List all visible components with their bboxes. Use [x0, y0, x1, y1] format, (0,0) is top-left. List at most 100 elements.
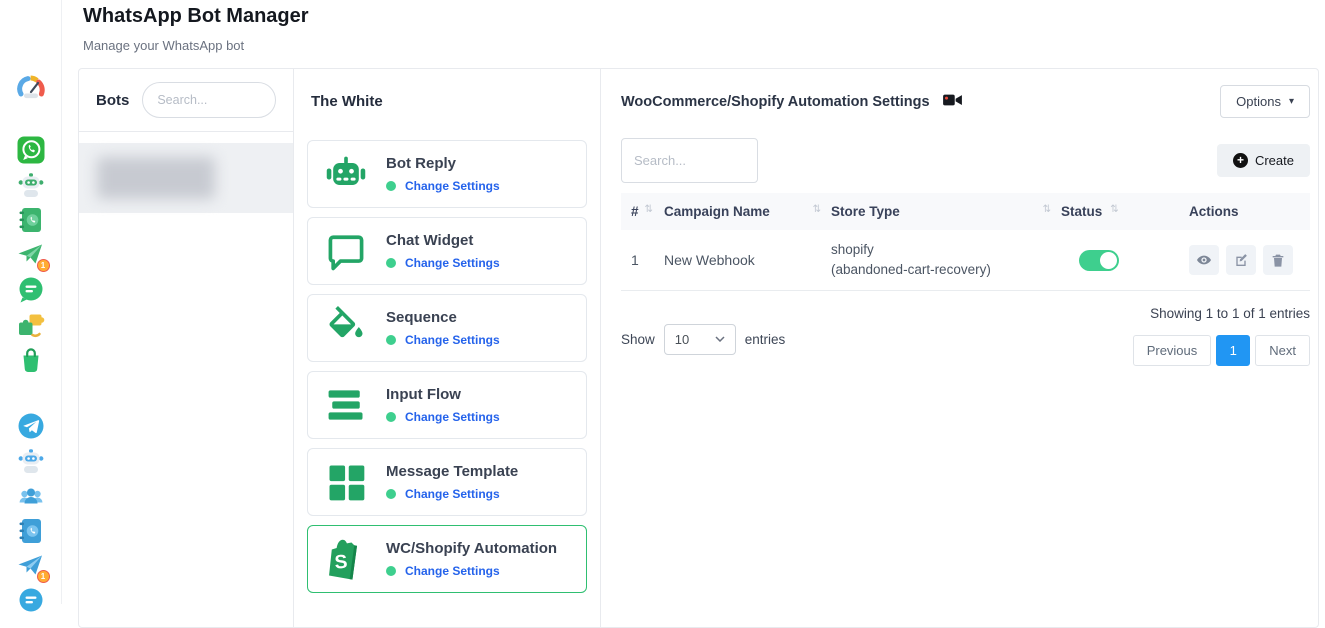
- sidebar-item-dashboard[interactable]: [16, 73, 46, 103]
- sidebar-item-whatsapp-contacts[interactable]: [16, 205, 46, 235]
- section-title: WooCommerce/Shopify Automation Settings: [621, 94, 930, 110]
- automation-table: # ⇅ Campaign Name ⇅ Store Type ⇅ Status …: [621, 193, 1310, 291]
- sequence-icon: [323, 305, 369, 351]
- feature-card-title: Message Template: [386, 463, 518, 480]
- edit-button[interactable]: [1226, 245, 1256, 275]
- sort-icon: ⇅: [1043, 204, 1051, 219]
- change-settings-link[interactable]: Change Settings: [405, 487, 500, 501]
- dashboard-gauge-icon: [16, 73, 46, 103]
- showing-entries-text: Showing 1 to 1 of 1 entries: [1150, 306, 1310, 321]
- feature-card-title: Sequence: [386, 309, 500, 326]
- input-flow-icon: [323, 382, 369, 428]
- sidebar-item-telegram-broadcast[interactable]: 1: [16, 551, 46, 581]
- pagination: Previous 1 Next: [1133, 335, 1310, 366]
- status-toggle[interactable]: [1079, 250, 1119, 271]
- header-actions: Actions: [1189, 204, 1310, 219]
- sidebar-item-telegram-chat[interactable]: [16, 586, 46, 616]
- telegram-groups-icon: [16, 481, 46, 511]
- video-tutorial-icon[interactable]: [942, 92, 963, 109]
- table-header-row: # ⇅ Campaign Name ⇅ Store Type ⇅ Status …: [621, 193, 1310, 230]
- sidebar-item-telegram[interactable]: [16, 411, 46, 441]
- feature-card-title: Chat Widget: [386, 232, 500, 249]
- eye-icon: [1196, 252, 1212, 268]
- sidebar-item-whatsapp-bot[interactable]: [16, 170, 46, 200]
- delete-button[interactable]: [1263, 245, 1293, 275]
- notification-badge: 1: [37, 570, 50, 583]
- sidebar-item-whatsapp[interactable]: [16, 135, 46, 165]
- feature-card-title: Input Flow: [386, 386, 500, 403]
- page-size-select[interactable]: 10: [664, 324, 736, 355]
- previous-page-button[interactable]: Previous: [1133, 335, 1212, 366]
- show-label: Show: [621, 332, 655, 347]
- plus-icon: +: [1233, 153, 1248, 168]
- feature-card-chat-widget[interactable]: Chat Widget Change Settings: [307, 217, 587, 285]
- sort-icon: ⇅: [1110, 204, 1118, 219]
- change-settings-link[interactable]: Change Settings: [405, 256, 500, 270]
- change-settings-link[interactable]: Change Settings: [405, 333, 500, 347]
- telegram-bot-icon: [16, 446, 46, 476]
- sidebar-item-whatsapp-broadcast[interactable]: 1: [16, 240, 46, 270]
- message-template-icon: [323, 459, 369, 505]
- page-1-button[interactable]: 1: [1216, 335, 1250, 366]
- trash-icon: [1270, 252, 1286, 268]
- sort-icon: ⇅: [645, 204, 653, 219]
- feature-card-bot-reply[interactable]: Bot Reply Change Settings: [307, 140, 587, 208]
- whatsapp-chat-icon: [16, 275, 46, 305]
- telegram-contacts-icon: [16, 516, 46, 546]
- feature-card-title: Bot Reply: [386, 155, 500, 172]
- sidebar-item-whatsapp-store[interactable]: [16, 345, 46, 375]
- cell-store-type: shopify (abandoned-cart-recovery): [831, 240, 1061, 279]
- feature-card-wc-shopify-automation[interactable]: S WC/Shopify Automation Change Settings: [307, 525, 587, 593]
- change-settings-link[interactable]: Change Settings: [405, 410, 500, 424]
- next-page-button[interactable]: Next: [1255, 335, 1310, 366]
- page-title: WhatsApp Bot Manager: [83, 5, 309, 28]
- sidebar-item-telegram-groups[interactable]: [16, 481, 46, 511]
- sidebar-item-telegram-contacts[interactable]: [16, 516, 46, 546]
- sidebar-item-telegram-bot[interactable]: [16, 446, 46, 476]
- bots-panel: Bots: [79, 69, 294, 627]
- create-button[interactable]: + Create: [1217, 144, 1310, 177]
- cell-number: 1: [621, 252, 664, 268]
- view-button[interactable]: [1189, 245, 1219, 275]
- change-settings-link[interactable]: Change Settings: [405, 179, 500, 193]
- status-dot: [386, 258, 396, 268]
- page-subtitle: Manage your WhatsApp bot: [83, 38, 244, 53]
- table-row: 1 New Webhook shopify (abandoned-cart-re…: [621, 230, 1310, 291]
- header-campaign-name[interactable]: Campaign Name ⇅: [664, 204, 831, 219]
- table-search-input[interactable]: [621, 138, 758, 183]
- selected-bot-name: The White: [307, 69, 587, 110]
- svg-text:S: S: [334, 552, 348, 574]
- header-store-type[interactable]: Store Type ⇅: [831, 204, 1061, 219]
- notification-badge: 1: [37, 259, 50, 272]
- sidebar-item-whatsapp-integrations[interactable]: [16, 310, 46, 340]
- sidebar-item-whatsapp-chat[interactable]: [16, 275, 46, 305]
- status-dot: [386, 335, 396, 345]
- chevron-down-icon: [715, 336, 725, 342]
- telegram-icon: [16, 411, 46, 441]
- cell-campaign-name: New Webhook: [664, 252, 831, 268]
- header-status[interactable]: Status ⇅: [1061, 204, 1189, 219]
- change-settings-link[interactable]: Change Settings: [405, 564, 500, 578]
- bot-name-redacted: [97, 157, 215, 199]
- feature-card-sequence[interactable]: Sequence Change Settings: [307, 294, 587, 362]
- edit-icon: [1233, 252, 1249, 268]
- whatsapp-store-icon: [16, 345, 46, 375]
- telegram-chat-icon: [16, 586, 46, 616]
- bots-search-input[interactable]: [142, 82, 276, 118]
- bots-panel-title: Bots: [96, 92, 129, 109]
- status-dot: [386, 489, 396, 499]
- chat-widget-icon: [323, 228, 369, 274]
- bot-reply-icon: [323, 151, 369, 197]
- feature-card-message-template[interactable]: Message Template Change Settings: [307, 448, 587, 516]
- shopify-icon: S: [323, 536, 369, 582]
- bot-manager-panel: Bots The White: [78, 68, 1319, 628]
- app-icon-sidebar: 1: [0, 0, 62, 604]
- whatsapp-contacts-icon: [16, 205, 46, 235]
- header-number[interactable]: # ⇅: [621, 204, 664, 219]
- options-button[interactable]: Options ▾: [1220, 85, 1310, 118]
- whatsapp-icon: [16, 135, 46, 165]
- bot-list-item-selected[interactable]: [79, 143, 293, 213]
- status-dot: [386, 181, 396, 191]
- bots-panel-header: Bots: [79, 69, 293, 132]
- feature-card-input-flow[interactable]: Input Flow Change Settings: [307, 371, 587, 439]
